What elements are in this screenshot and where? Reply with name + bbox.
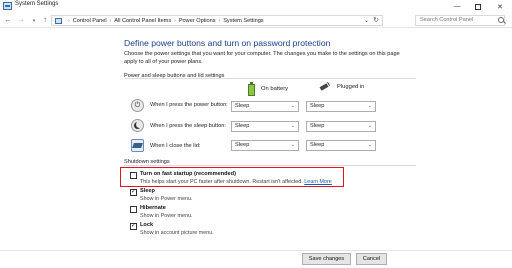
hibernate-label[interactable]: Hibernate xyxy=(140,205,166,211)
hibernate-checkbox[interactable] xyxy=(130,206,137,213)
plugged-in-label: Plugged in xyxy=(337,84,365,90)
sleep-checkbox[interactable]: ✓ xyxy=(130,189,137,196)
search-icon xyxy=(498,17,504,23)
control-panel-icon xyxy=(3,2,12,10)
power-button-battery-select[interactable]: Sleep ⌄ xyxy=(231,101,299,112)
lock-label[interactable]: Lock xyxy=(140,222,153,228)
chevron-down-icon: ⌄ xyxy=(367,123,372,129)
section-divider xyxy=(124,78,416,79)
page-intro: Choose the power settings that you want … xyxy=(124,51,400,65)
breadcrumb-system-settings[interactable]: System Settings xyxy=(223,18,263,24)
chevron-down-icon: ⌄ xyxy=(367,103,372,109)
refresh-icon[interactable]: ↻ xyxy=(373,16,379,24)
chevron-down-icon: ⌄ xyxy=(290,123,295,129)
breadcrumb-separator-icon[interactable]: › xyxy=(219,18,221,24)
on-battery-label: On battery xyxy=(261,86,289,92)
minimize-button[interactable]: — xyxy=(448,0,466,13)
hibernate-description: Show in Power menu. xyxy=(140,213,193,219)
sleep-button-plugged-select[interactable]: Sleep ⌄ xyxy=(306,121,376,132)
plug-icon xyxy=(318,82,332,92)
fast-startup-desc-text: This helps start your PC faster after sh… xyxy=(140,179,303,185)
recent-locations-chevron-icon[interactable]: ▾ xyxy=(29,16,39,26)
breadcrumb-power-options[interactable]: Power Options xyxy=(179,18,216,24)
lock-description: Show in account picture menu. xyxy=(140,230,214,236)
page-title: Define power buttons and turn on passwor… xyxy=(124,38,331,48)
select-value: Sleep xyxy=(235,142,250,148)
save-changes-button[interactable]: Save changes xyxy=(302,253,351,265)
search-input[interactable]: Search Control Panel xyxy=(415,15,505,26)
breadcrumb-separator-icon[interactable]: › xyxy=(174,18,176,24)
sleep-button-icon xyxy=(131,119,144,132)
back-arrow-icon[interactable]: ← xyxy=(3,15,13,25)
title-bar: System Settings — ✕ xyxy=(0,0,512,13)
select-value: Sleep xyxy=(310,142,325,148)
lock-checkbox[interactable]: ✓ xyxy=(130,223,137,230)
chevron-down-icon: ⌄ xyxy=(367,142,372,148)
footer-divider xyxy=(0,250,512,251)
select-value: Sleep xyxy=(310,103,325,109)
sleep-label[interactable]: Sleep xyxy=(140,188,155,194)
battery-icon xyxy=(247,82,256,96)
navigation-bar: ← → ▾ ↑ › Control Panel › All Control Pa… xyxy=(0,13,512,28)
sleep-description: Show in Power menu. xyxy=(140,196,193,202)
plugged-in-header: Plugged in xyxy=(318,82,364,92)
sleep-button-row-label: When I press the sleep button: xyxy=(150,123,226,129)
power-button-icon: ⏻ xyxy=(131,99,144,112)
select-value: Sleep xyxy=(235,103,250,109)
maximize-icon xyxy=(475,3,481,10)
select-value: Sleep xyxy=(310,123,325,129)
breadcrumb-control-panel[interactable]: Control Panel xyxy=(73,18,107,24)
learn-more-link[interactable]: Learn More xyxy=(304,179,332,185)
lid-row-label: When I close the lid: xyxy=(150,143,201,149)
maximize-button[interactable] xyxy=(469,0,487,13)
up-arrow-icon[interactable]: ↑ xyxy=(40,15,50,25)
sleep-button-battery-select[interactable]: Sleep ⌄ xyxy=(231,121,299,132)
power-button-row-label: When I press the power button: xyxy=(150,102,228,108)
control-panel-icon xyxy=(55,17,62,24)
fast-startup-label[interactable]: Turn on fast startup (recommended) xyxy=(140,171,236,177)
fast-startup-description: This helps start your PC faster after sh… xyxy=(140,179,332,185)
address-bar[interactable]: › Control Panel › All Control Panel Item… xyxy=(51,15,383,26)
select-value: Sleep xyxy=(235,123,250,129)
breadcrumb-separator-icon[interactable]: › xyxy=(110,18,112,24)
fast-startup-checkbox[interactable] xyxy=(130,172,137,179)
address-dropdown-chevron-icon[interactable]: ⌄ xyxy=(364,17,369,24)
cancel-button[interactable]: Cancel xyxy=(356,253,387,265)
chevron-down-icon: ⌄ xyxy=(290,142,295,148)
on-battery-header: On battery xyxy=(247,82,288,96)
chevron-down-icon: ⌄ xyxy=(290,103,295,109)
forward-arrow-icon[interactable]: → xyxy=(16,15,26,25)
breadcrumb-separator-icon: › xyxy=(68,17,70,24)
section-divider xyxy=(124,165,416,166)
laptop-lid-icon xyxy=(131,139,144,152)
breadcrumb-all-items[interactable]: All Control Panel Items xyxy=(114,18,171,24)
window-title: System Settings xyxy=(15,1,59,7)
power-button-plugged-select[interactable]: Sleep ⌄ xyxy=(306,101,376,112)
lid-plugged-select[interactable]: Sleep ⌄ xyxy=(306,140,376,151)
lid-battery-select[interactable]: Sleep ⌄ xyxy=(231,140,299,151)
close-button[interactable]: ✕ xyxy=(491,0,509,13)
